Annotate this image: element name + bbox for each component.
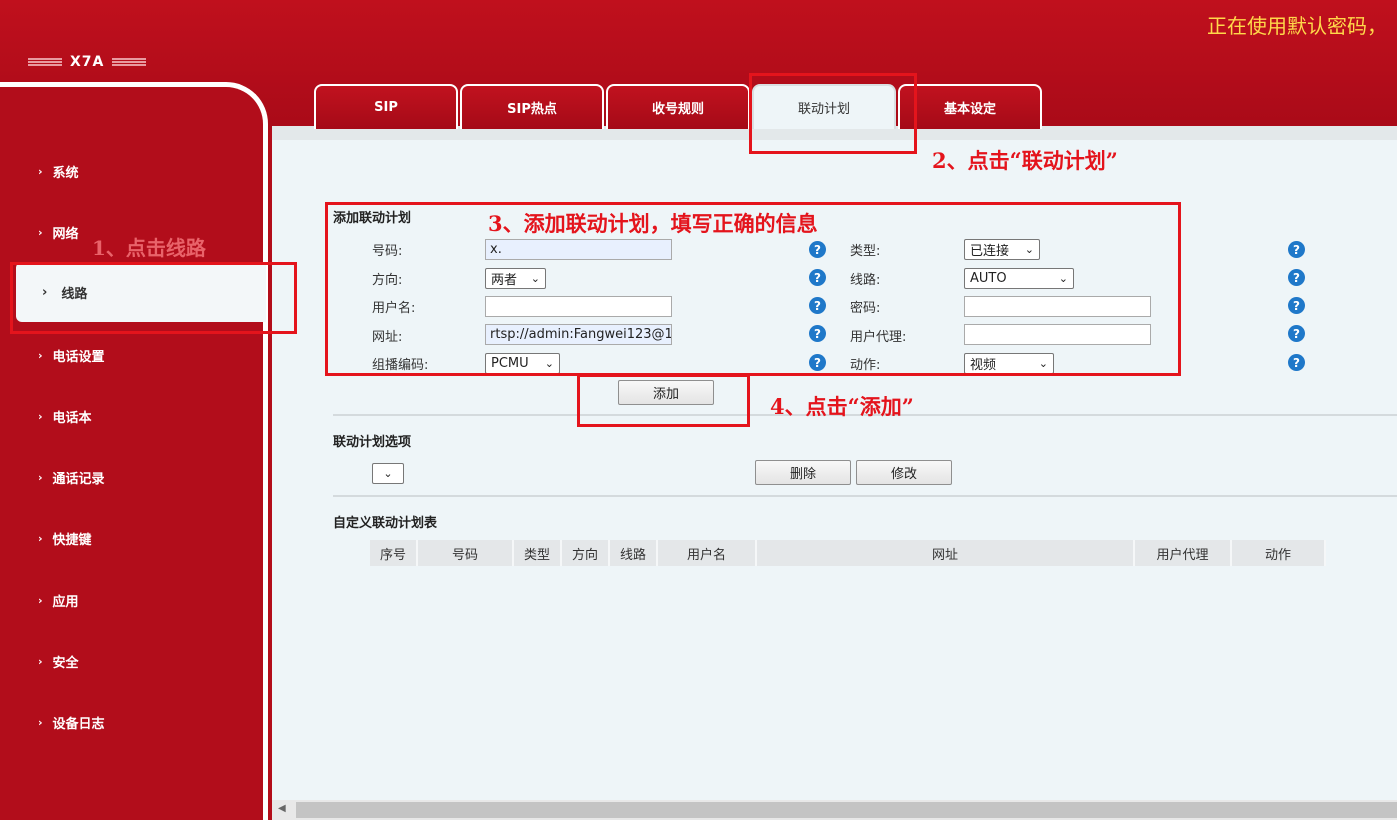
tab-sip[interactable]: SIP <box>314 84 458 129</box>
chevron-down-icon: ⌄ <box>383 467 393 480</box>
sidebar-item-label: 通话记录 <box>52 471 105 487</box>
chevron-right-icon: › <box>38 715 43 729</box>
chevron-right-icon: › <box>38 348 43 362</box>
logo-lines-right <box>112 58 147 66</box>
question-circle-icon[interactable]: ? <box>1288 269 1305 286</box>
options-title: 联动计划选项 <box>333 435 412 450</box>
plan-table-header: 序号 号码 类型 方向 线路 用户名 网址 用户代理 动作 <box>370 540 1326 566</box>
col-number: 号码 <box>418 540 514 566</box>
modify-button[interactable]: 修改 <box>856 460 952 485</box>
scrollbar-thumb[interactable] <box>296 802 1397 818</box>
horizontal-scrollbar[interactable]: ◀ <box>272 800 1397 820</box>
sidebar-item-security[interactable]: › 安全 <box>38 650 79 672</box>
sidebar-item-label: 设备日志 <box>52 716 105 732</box>
annotation-step4: 4、点击“添加” <box>770 394 914 419</box>
sidebar-item-system[interactable]: › 系统 <box>38 160 79 182</box>
chevron-right-icon: › <box>38 531 43 545</box>
sidebar-item-device-log[interactable]: › 设备日志 <box>38 711 105 733</box>
col-direction: 方向 <box>562 540 610 566</box>
sidebar-item-phone-settings[interactable]: › 电话设置 <box>38 344 105 366</box>
plan-table-title: 自定义联动计划表 <box>333 516 438 531</box>
chevron-right-icon: › <box>38 470 43 484</box>
default-password-warning: 正在使用默认密码， <box>1207 14 1387 38</box>
sidebar-item-label: 安全 <box>52 655 79 671</box>
device-logo: X7A <box>28 52 158 72</box>
col-line: 线路 <box>610 540 658 566</box>
annotation-step2: 2、点击“联动计划” <box>932 148 1118 173</box>
question-circle-icon[interactable]: ? <box>1288 241 1305 258</box>
col-type: 类型 <box>514 540 562 566</box>
question-circle-icon[interactable]: ? <box>1288 325 1305 342</box>
question-circle-icon[interactable]: ? <box>1288 354 1305 371</box>
col-action: 动作 <box>1232 540 1326 566</box>
sidebar-item-apps[interactable]: › 应用 <box>38 589 79 611</box>
col-index: 序号 <box>370 540 418 566</box>
scroll-left-icon[interactable]: ◀ <box>278 803 286 814</box>
col-username: 用户名 <box>658 540 757 566</box>
question-circle-icon[interactable]: ? <box>1288 297 1305 314</box>
annotation-box-line <box>10 262 297 334</box>
col-url: 网址 <box>757 540 1135 566</box>
section-divider <box>333 495 1397 497</box>
tab-dial-rules[interactable]: 收号规则 <box>606 84 750 129</box>
annotation-box-add <box>577 374 750 427</box>
sidebar-item-label: 系统 <box>52 165 79 181</box>
chevron-right-icon: › <box>38 654 43 668</box>
chevron-right-icon: › <box>38 409 43 423</box>
sidebar-item-label: 电话本 <box>52 410 92 426</box>
sidebar-item-label: 应用 <box>52 594 79 610</box>
annotation-step1: 1、点击线路 <box>92 236 206 260</box>
plan-options-select[interactable]: ⌄ <box>372 463 404 484</box>
annotation-step3: 3、添加联动计划，填写正确的信息 <box>488 211 818 236</box>
sidebar-item-call-log[interactable]: › 通话记录 <box>38 466 105 488</box>
bottom-strip <box>0 820 1397 833</box>
sidebar-item-phonebook[interactable]: › 电话本 <box>38 405 92 427</box>
sidebar-item-label: 网络 <box>52 226 79 242</box>
col-user-agent: 用户代理 <box>1135 540 1232 566</box>
sidebar-item-label: 快捷键 <box>52 532 92 548</box>
sidebar-item-shortcut-keys[interactable]: › 快捷键 <box>38 527 92 549</box>
tab-basic-settings[interactable]: 基本设定 <box>898 84 1042 129</box>
logo-lines-left <box>28 58 62 66</box>
tab-sip-hotspot[interactable]: SIP热点 <box>460 84 604 129</box>
sidebar-item-label: 电话设置 <box>52 349 105 365</box>
chevron-right-icon: › <box>38 164 43 178</box>
device-model: X7A <box>70 54 105 70</box>
annotation-box-tab <box>749 73 917 154</box>
sidebar-item-network[interactable]: › 网络 <box>38 221 79 243</box>
chevron-right-icon: › <box>38 593 43 607</box>
delete-button[interactable]: 删除 <box>755 460 851 485</box>
chevron-right-icon: › <box>38 225 43 239</box>
